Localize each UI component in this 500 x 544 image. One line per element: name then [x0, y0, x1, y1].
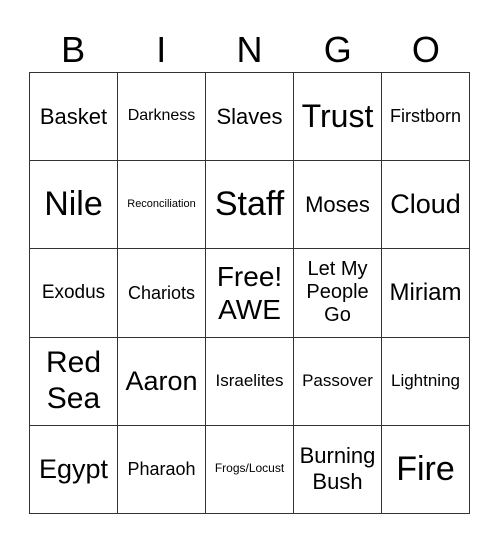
bingo-cell[interactable]: Israelites: [206, 337, 294, 426]
bingo-cell[interactable]: Cloud: [382, 161, 470, 250]
bingo-cell[interactable]: Darkness: [118, 73, 206, 162]
bingo-cell[interactable]: Staff: [206, 161, 294, 250]
bingo-cell[interactable]: Moses: [294, 161, 382, 250]
header-letter-o: O: [411, 29, 440, 70]
bingo-cell[interactable]: Lightning: [382, 337, 470, 426]
bingo-cell[interactable]: Firstborn: [382, 73, 470, 162]
bingo-cell[interactable]: Trust: [294, 73, 382, 162]
bingo-cell[interactable]: Passover: [294, 337, 382, 426]
bingo-cell[interactable]: Reconciliation: [118, 161, 206, 250]
bingo-cell[interactable]: Aaron: [118, 337, 206, 426]
bingo-cell[interactable]: Burning Bush: [294, 425, 382, 514]
header-letter-g: G: [323, 29, 352, 70]
bingo-cell[interactable]: Slaves: [206, 73, 294, 162]
bingo-cell[interactable]: Red Sea: [30, 337, 118, 426]
bingo-cell[interactable]: Egypt: [30, 425, 118, 514]
header-letter-i: I: [156, 29, 167, 70]
bingo-cell[interactable]: Basket: [30, 73, 118, 162]
bingo-cell[interactable]: Miriam: [382, 249, 470, 338]
bingo-cell[interactable]: Fire: [382, 425, 470, 514]
bingo-cell[interactable]: Nile: [30, 161, 118, 250]
bingo-cell[interactable]: Pharaoh: [118, 425, 206, 514]
bingo-cell[interactable]: Chariots: [118, 249, 206, 338]
bingo-header: B I N G O: [29, 28, 470, 72]
bingo-grid: Basket Darkness Slaves Trust Firstborn N…: [29, 72, 470, 514]
bingo-cell-free[interactable]: Free! AWE: [206, 249, 294, 338]
bingo-cell[interactable]: Let My People Go: [294, 249, 382, 338]
bingo-cell[interactable]: Frogs/Locust: [206, 425, 294, 514]
header-letter-b: B: [61, 29, 86, 70]
bingo-cell[interactable]: Exodus: [30, 249, 118, 338]
header-letter-n: N: [236, 29, 263, 70]
